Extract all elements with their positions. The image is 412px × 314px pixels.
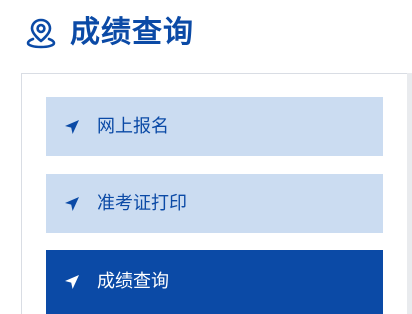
scrollbar[interactable] bbox=[407, 73, 412, 314]
menu-item-admission-ticket-print[interactable]: 准考证打印 bbox=[46, 174, 383, 233]
page-title: 成绩查询 bbox=[70, 15, 194, 50]
navigation-arrow-icon bbox=[64, 119, 80, 135]
navigation-arrow-icon bbox=[64, 196, 80, 212]
location-pin-icon bbox=[24, 16, 58, 50]
menu-item-score-query[interactable]: 成绩查询 bbox=[46, 250, 383, 314]
menu-item-label: 准考证打印 bbox=[97, 192, 187, 214]
page-header: 成绩查询 bbox=[24, 8, 194, 58]
page: 成绩查询 网上报名 准考证打印 成绩查询 bbox=[0, 0, 412, 314]
menu-item-label: 成绩查询 bbox=[97, 271, 169, 292]
navigation-arrow-icon bbox=[64, 274, 80, 290]
menu-item-online-registration[interactable]: 网上报名 bbox=[46, 97, 383, 156]
menu-item-label: 网上报名 bbox=[97, 115, 169, 137]
